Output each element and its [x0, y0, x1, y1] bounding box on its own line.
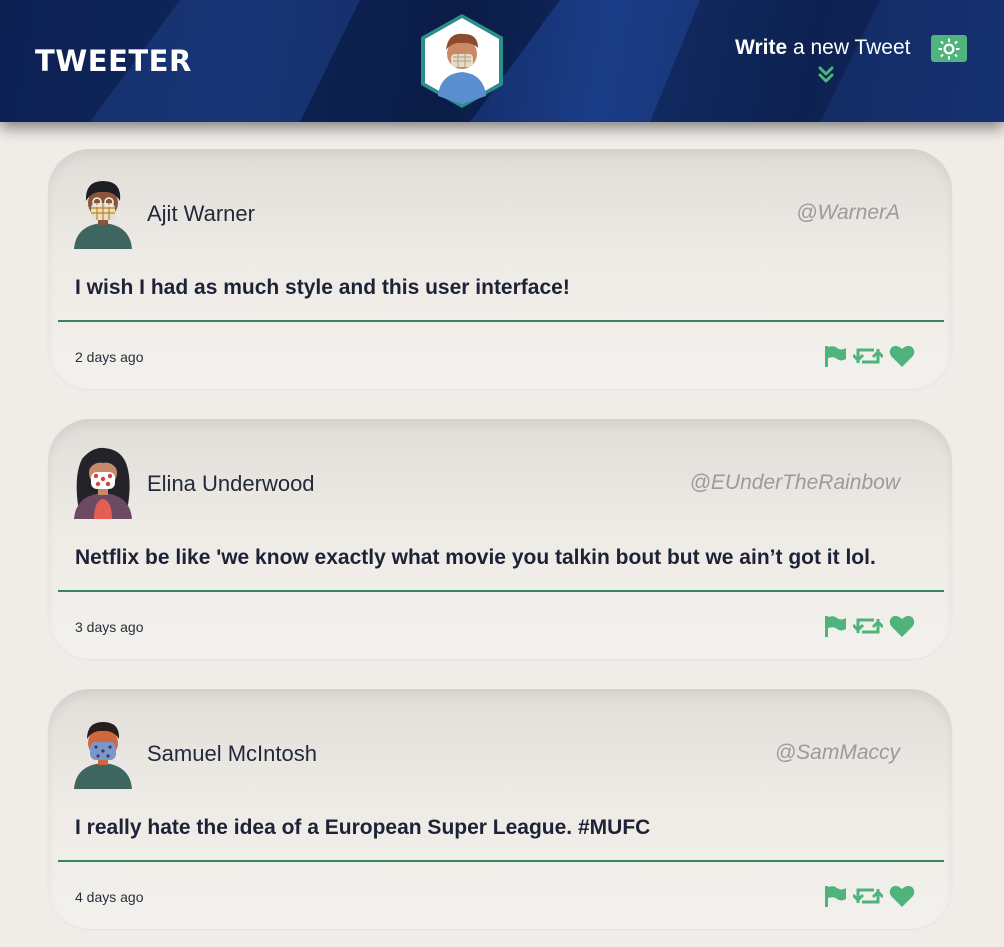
- tweet-author-handle: @SamMaccy: [774, 741, 900, 764]
- tweet-author-handle: @EUnderTheRainbow: [689, 471, 900, 494]
- tweet-text: Netflix be like 'we know exactly what mo…: [75, 546, 876, 569]
- current-user-avatar[interactable]: [418, 12, 506, 110]
- tweet-avatar[interactable]: [68, 715, 138, 789]
- tweet-author-name: Elina Underwood: [147, 471, 315, 496]
- tweet-divider: [58, 860, 944, 862]
- heart-icon[interactable]: [889, 614, 915, 638]
- tweet-author-handle: @WarnerA: [796, 201, 900, 224]
- compose-label-bold: Write: [735, 36, 788, 59]
- tweet-divider: [58, 590, 944, 592]
- brand-logo[interactable]: TWEETER: [35, 44, 192, 78]
- flag-icon[interactable]: [823, 614, 847, 638]
- tweet-timestamp: 4 days ago: [75, 889, 144, 905]
- tweet-text: I really hate the idea of a European Sup…: [75, 816, 651, 839]
- tweet-author-name: Samuel McIntosh: [147, 741, 317, 766]
- heart-icon[interactable]: [889, 344, 915, 368]
- tweet-divider: [58, 320, 944, 322]
- top-navigation: TWEETER Write a new Tweet: [0, 0, 1004, 122]
- tweet-card: Ajit Warner @WarnerA I wish I had as muc…: [48, 149, 952, 389]
- compose-label: a new Tweet: [787, 36, 911, 59]
- retweet-icon[interactable]: [851, 884, 885, 908]
- flag-icon[interactable]: [823, 884, 847, 908]
- tweet-card: Samuel McIntosh @SamMaccy I really hate …: [48, 689, 952, 929]
- user-avatar-icon: [74, 447, 132, 519]
- compose-toggle[interactable]: Write a new Tweet: [735, 36, 910, 60]
- tweet-timestamp: 2 days ago: [75, 349, 144, 365]
- theme-toggle-button[interactable]: [931, 35, 967, 62]
- tweet-avatar[interactable]: [68, 445, 138, 519]
- heart-icon[interactable]: [889, 884, 915, 908]
- tweet-actions: [823, 884, 915, 908]
- user-avatar-icon: [74, 722, 132, 789]
- tweet-text: I wish I had as much style and this user…: [75, 276, 570, 299]
- flag-icon[interactable]: [823, 344, 847, 368]
- sun-icon: [938, 38, 960, 59]
- tweet-timestamp: 3 days ago: [75, 619, 144, 635]
- retweet-icon[interactable]: [851, 614, 885, 638]
- user-avatar-icon: [421, 14, 503, 108]
- tweet-author-name: Ajit Warner: [147, 201, 255, 226]
- retweet-icon[interactable]: [851, 344, 885, 368]
- double-chevron-down-icon[interactable]: [817, 66, 835, 84]
- tweet-avatar[interactable]: [68, 175, 138, 249]
- tweet-card: Elina Underwood @EUnderTheRainbow Netfli…: [48, 419, 952, 659]
- tweet-actions: [823, 614, 915, 638]
- tweet-actions: [823, 344, 915, 368]
- user-avatar-icon: [74, 181, 132, 249]
